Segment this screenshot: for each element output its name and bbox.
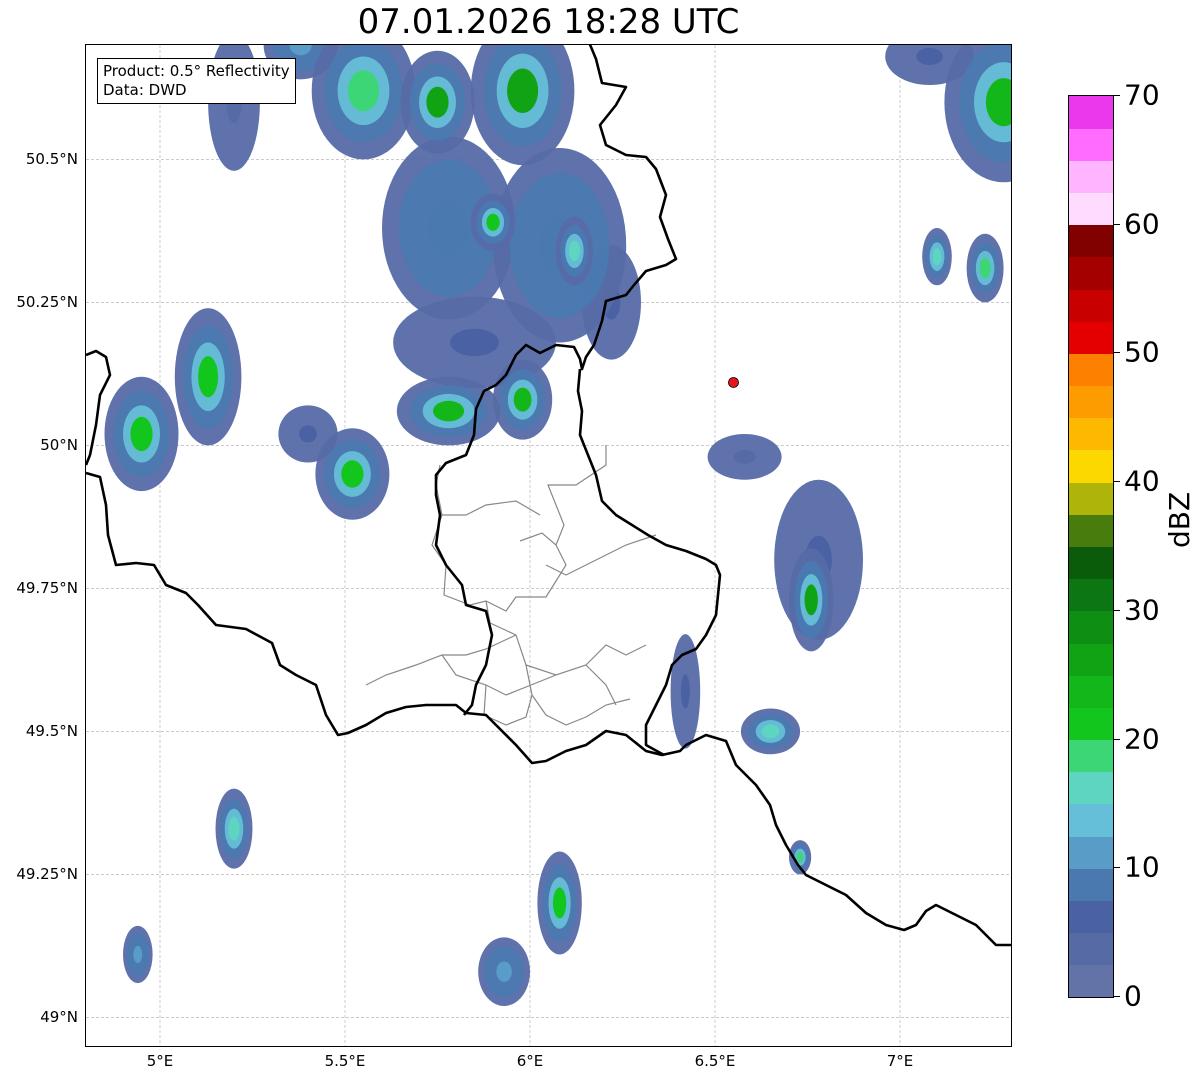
colorbar-cell (1069, 482, 1113, 515)
colorbar-cell (1069, 449, 1113, 483)
canton-borders (365, 445, 657, 726)
echo-core (979, 257, 991, 279)
echo-core (341, 460, 364, 488)
colorbar-cell (1069, 385, 1113, 419)
colorbar-cell (1069, 578, 1113, 612)
colorbar-cell (1069, 707, 1113, 741)
colorbar-cell (1069, 900, 1113, 934)
colorbar-cell (1069, 160, 1113, 194)
colorbar-cell (1069, 128, 1113, 161)
y-tick-label: 50°N (40, 436, 78, 455)
colorbar-cell (1069, 643, 1113, 676)
product-info-box: Product: 0.5° Reflectivity Data: DWD (97, 58, 296, 104)
y-tick-label: 49.25°N (16, 865, 78, 884)
echo-core (433, 400, 465, 422)
echo-core (299, 425, 317, 443)
product-label: Product: 0.5° Reflectivity (103, 62, 290, 80)
colorbar-cell (1069, 353, 1113, 387)
x-tick-label: 5°E (146, 1052, 174, 1070)
echo-core (450, 328, 499, 357)
colorbar-cell (1069, 514, 1113, 547)
echo-core (932, 248, 942, 266)
colorbar-tick (1113, 481, 1120, 483)
echo-core (198, 356, 219, 398)
radar-map-canvas (86, 45, 1011, 1046)
echo-core (680, 674, 690, 709)
colorbar-tick-label: 60 (1124, 207, 1160, 241)
colorbar-cell (1069, 96, 1113, 129)
echo-core (228, 816, 240, 841)
radar-site-marker (728, 377, 739, 388)
colorbar-tick-label: 70 (1124, 78, 1160, 112)
colorbar-tick (1113, 996, 1120, 997)
x-tick-label: 5.5°E (324, 1052, 366, 1070)
colorbar-tick-label: 20 (1124, 722, 1160, 756)
colorbar-tick-label: 30 (1124, 593, 1160, 627)
echo-core (347, 70, 380, 112)
colorbar-cell (1069, 417, 1113, 451)
echo-core (496, 961, 512, 982)
colorbar-cell (1069, 836, 1113, 869)
colorbar-cell (1069, 321, 1113, 354)
colorbar (1068, 95, 1114, 998)
y-tick-label: 49.5°N (25, 722, 78, 741)
colorbar-tick-label: 0 (1124, 979, 1142, 1013)
x-tick-label: 7°E (886, 1052, 914, 1070)
map-title: 07.01.2026 18:28 UTC (357, 2, 740, 42)
colorbar-cell (1069, 224, 1113, 258)
y-tick-label: 50.25°N (16, 293, 78, 312)
y-tick-label: 49.75°N (16, 579, 78, 598)
colorbar-cell (1069, 964, 1113, 998)
colorbar-tick (1113, 738, 1120, 740)
radar-site-dot (728, 377, 739, 388)
colorbar-tick (1113, 867, 1120, 869)
echo-core (428, 200, 469, 256)
colorbar-unit-label: dBZ (1163, 491, 1196, 548)
echo-core (426, 86, 449, 118)
colorbar-cell (1069, 256, 1113, 290)
colorbar-cell (1069, 868, 1113, 901)
echo-core (568, 240, 580, 262)
colorbar-cell (1069, 803, 1113, 837)
colorbar-tick-label: 10 (1124, 850, 1160, 884)
echo-core (507, 68, 539, 114)
echo-core (916, 47, 943, 66)
echo-core (552, 887, 567, 919)
colorbar-tick-label: 40 (1124, 464, 1160, 498)
colorbar-cell (1069, 739, 1113, 773)
colorbar-cell (1069, 289, 1113, 322)
data-source-label: Data: DWD (103, 81, 187, 99)
y-tick-label: 50.5°N (25, 150, 78, 169)
colorbar-tick (1113, 223, 1120, 225)
y-tick-label: 49°N (40, 1008, 78, 1027)
echo-core (733, 449, 756, 464)
colorbar-cell (1069, 932, 1113, 966)
colorbar-tick (1113, 95, 1120, 96)
echo-core (761, 724, 780, 739)
colorbar-cell (1069, 192, 1113, 226)
colorbar-cell (1069, 610, 1113, 644)
echo-core (130, 416, 153, 452)
colorbar-cell (1069, 546, 1113, 580)
x-tick-label: 6.5°E (694, 1052, 736, 1070)
echo-core (133, 945, 143, 964)
echo-core (804, 584, 818, 616)
echo-core (796, 852, 804, 863)
colorbar-tick-label: 50 (1124, 335, 1160, 369)
colorbar-cell (1069, 771, 1113, 805)
x-tick-label: 6°E (516, 1052, 544, 1070)
echo-core (513, 387, 532, 412)
colorbar-cell (1069, 675, 1113, 708)
reflectivity-echoes (104, 45, 1011, 1006)
colorbar-tick (1113, 352, 1120, 354)
radar-map (86, 45, 1011, 1046)
echo-core (486, 213, 500, 231)
colorbar-tick (1113, 609, 1120, 611)
